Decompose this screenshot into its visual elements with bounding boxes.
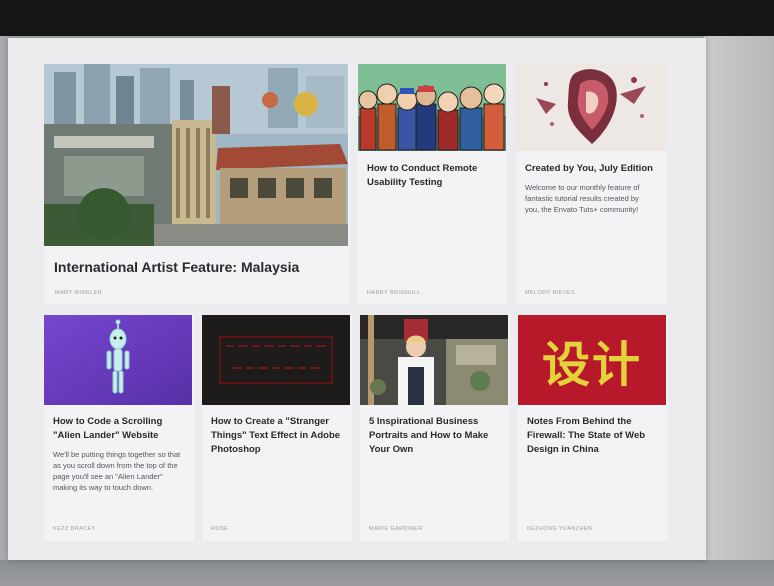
remote-usability-author[interactable]: Harry Brignull [367, 290, 421, 296]
room-wall [704, 36, 774, 566]
created-by-you-description: Welcome to our monthly feature of fantas… [525, 183, 640, 214]
alien-lander-card[interactable]: How to Code a Scrolling "Alien Lander" W… [44, 315, 194, 541]
alien-lander-author[interactable]: Kezz Bracey [53, 526, 96, 532]
stranger-things-author[interactable]: Rose [211, 526, 228, 532]
created-by-you-thumbnail[interactable] [516, 64, 666, 151]
china-web-design-title[interactable]: Notes From Behind the Firewall: The Stat… [527, 415, 657, 457]
alien-lander-description: We'll be putting things together so that… [53, 450, 181, 492]
stranger-things-thumbnail[interactable] [202, 315, 350, 405]
business-portraits-thumbnail[interactable] [360, 315, 508, 405]
business-portraits-card[interactable]: 5 Inspirational Business Portraits and H… [360, 315, 510, 541]
remote-usability-card[interactable]: How to Conduct Remote Usability Testing … [358, 64, 506, 304]
projection-screen: International Artist Feature: Malaysia M… [8, 38, 706, 560]
created-by-you-card[interactable]: Created by You, July Edition Welcome to … [516, 64, 666, 304]
created-by-you-author[interactable]: Melody Nieves [525, 290, 575, 296]
created-by-you-title[interactable]: Created by You, July Edition [525, 162, 659, 176]
business-portraits-title[interactable]: 5 Inspirational Business Portraits and H… [369, 415, 503, 457]
china-web-design-thumbnail[interactable]: 设计 [518, 315, 666, 405]
business-portraits-author[interactable]: Marie Gardiner [369, 526, 423, 532]
stranger-things-card[interactable]: How to Create a "Stranger Things" Text E… [202, 315, 352, 541]
china-web-design-author[interactable]: Kezhong Yuanzhen [527, 526, 592, 532]
stranger-things-title[interactable]: How to Create a "Stranger Things" Text E… [211, 415, 345, 457]
feature-author[interactable]: Mary Winkler [55, 290, 102, 296]
feature-title[interactable]: International Artist Feature: Malaysia [54, 258, 299, 276]
china-web-design-card[interactable]: 设计 Notes From Behind the Firewall: The S… [518, 315, 668, 541]
remote-usability-thumbnail[interactable] [358, 64, 506, 151]
alien-lander-thumbnail[interactable] [44, 315, 192, 405]
alien-lander-title[interactable]: How to Code a Scrolling "Alien Lander" W… [53, 415, 187, 443]
feature-card[interactable]: International Artist Feature: Malaysia M… [44, 64, 350, 304]
remote-usability-title[interactable]: How to Conduct Remote Usability Testing [367, 162, 499, 190]
china-thumbnail-text: 设计 [541, 337, 642, 393]
feature-thumbnail[interactable] [44, 64, 348, 246]
room-top-bar [0, 0, 774, 36]
room-floor [0, 560, 774, 586]
